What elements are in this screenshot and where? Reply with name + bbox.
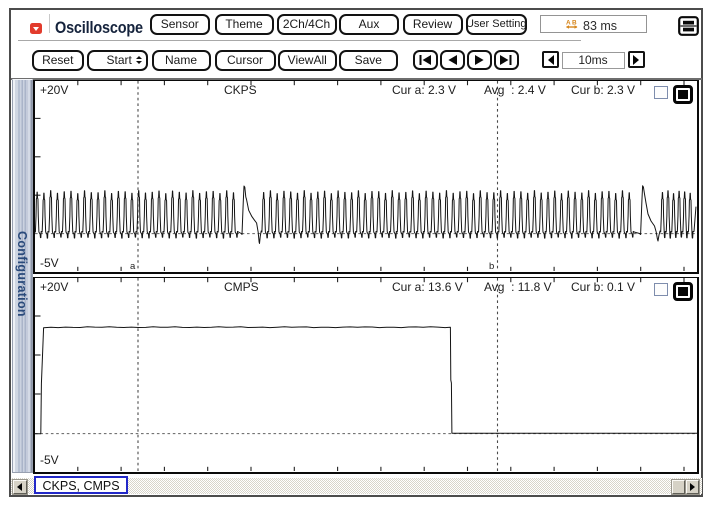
svg-text:A: A [566, 19, 571, 26]
